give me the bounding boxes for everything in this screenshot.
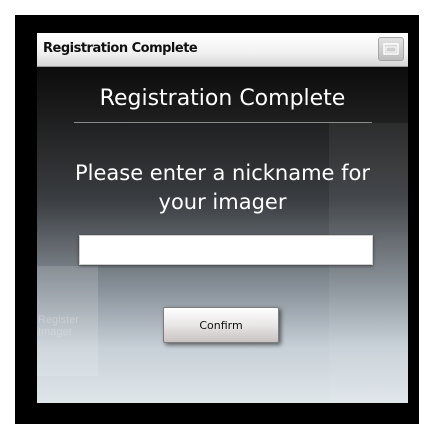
heading-divider (74, 122, 372, 123)
background-tile-label: Register Imager (38, 314, 79, 338)
nickname-prompt: Please enter a nickname for your imager (74, 161, 370, 214)
nickname-input[interactable] (79, 235, 373, 265)
window-title: Registration Complete (43, 41, 198, 56)
background-tile-label-line2: Imager (38, 326, 73, 338)
restore-icon (383, 43, 399, 55)
dialog-heading: Registration Complete (99, 86, 346, 111)
confirm-button[interactable]: Confirm (163, 307, 279, 343)
background-tile-label-line1: Register (38, 314, 79, 326)
titlebar-restore-button[interactable] (378, 37, 404, 61)
title-bar: Registration Complete (37, 33, 408, 67)
registration-window: Register Imager Registration Complete Re… (37, 33, 408, 403)
